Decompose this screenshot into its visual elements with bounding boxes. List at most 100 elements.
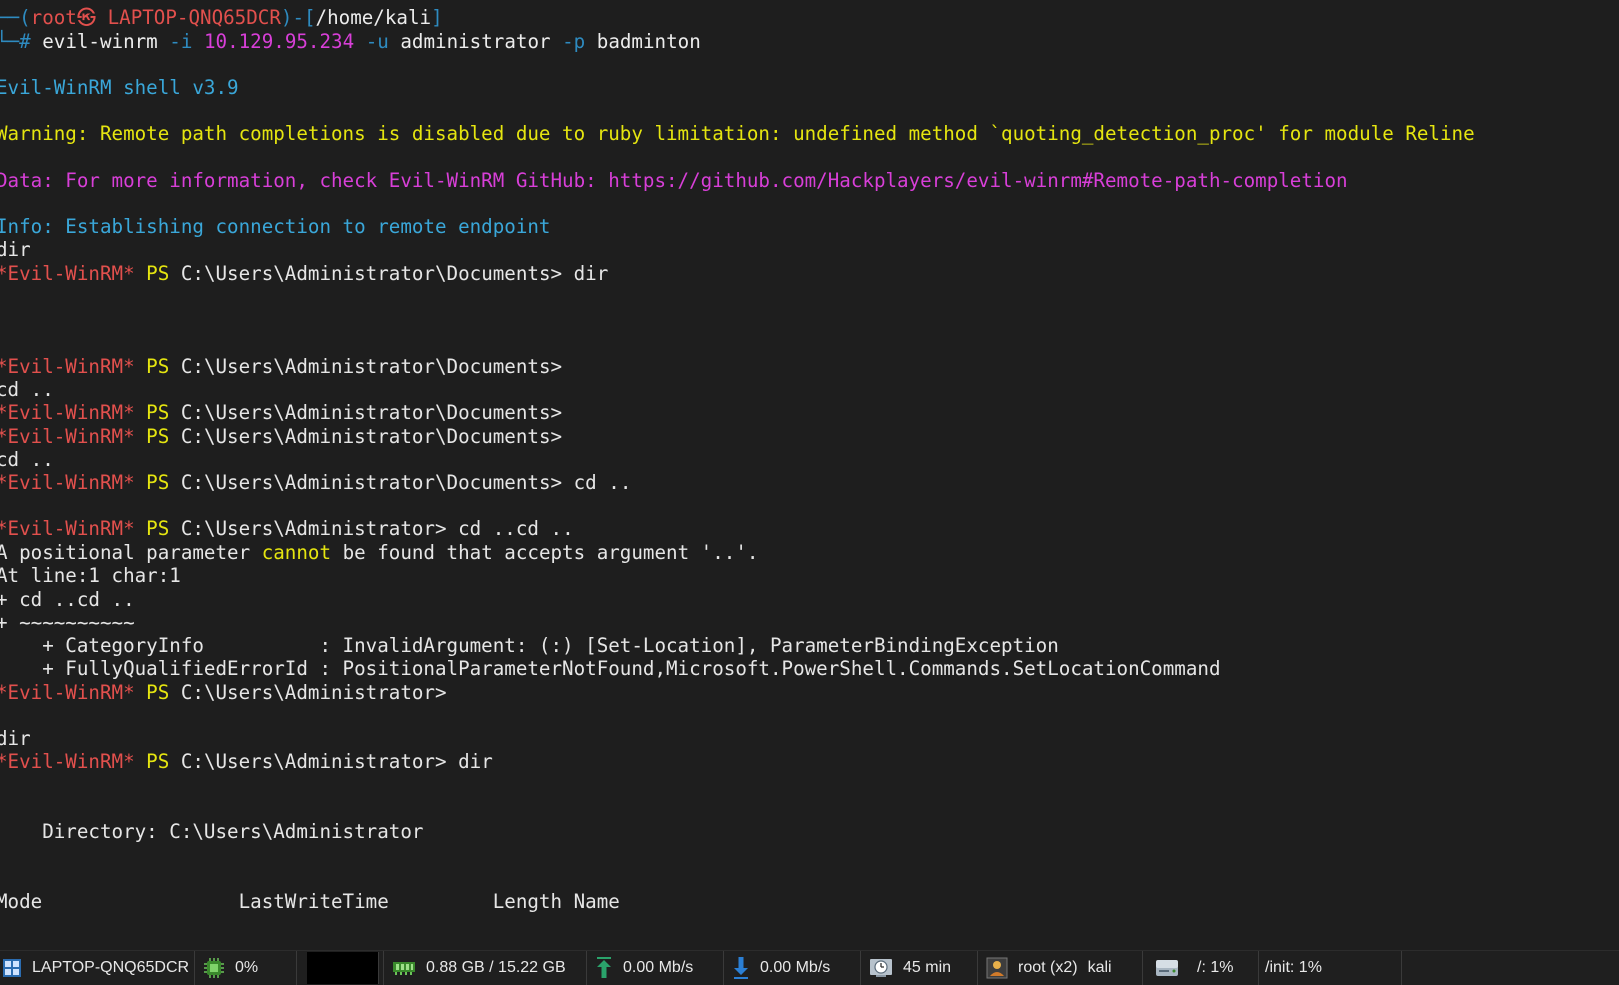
ps-prompt-line: *Evil-WinRM* PS C:\Users\Administrator\D…: [0, 262, 608, 286]
typed-input: cd ..: [0, 448, 54, 471]
status-session-user: root (x2): [1018, 959, 1078, 976]
prompt-command: cd ..: [562, 471, 632, 494]
prompt-path: C:\Users\Administrator>: [180, 681, 447, 704]
prompt-ps: PS: [134, 401, 181, 424]
prompt-path: C:\Users\Administrator\Documents>: [180, 355, 563, 378]
prompt-ps: PS: [134, 355, 181, 378]
command-flag: -i: [157, 30, 204, 53]
status-bar: LAPTOP-QNQ65DCR 0% 0.88 GB / 15.22 GB 0.…: [0, 950, 1619, 985]
kali-prompt-header: ──(root㉿ LAPTOP-QNQ65DCR)-[/home/kali]: [0, 6, 443, 30]
command-arg: administrator: [400, 30, 551, 53]
prompt-command: cd ..cd ..: [446, 517, 574, 540]
prompt-ps: PS: [134, 750, 181, 773]
ps-prompt-line: *Evil-WinRM* PS C:\Users\Administrator\D…: [0, 401, 562, 425]
prompt-path: C:\Users\Administrator\Documents>: [180, 262, 563, 285]
error-line: + CategoryInfo : InvalidArgument: (:) [S…: [0, 634, 1059, 657]
prompt-ps: PS: [134, 517, 181, 540]
status-memory-segment[interactable]: 0.88 GB / 15.22 GB: [383, 951, 587, 985]
data-line: Data: For more information, check Evil-W…: [0, 169, 1348, 192]
prompt-prefix: *Evil-WinRM*: [0, 471, 135, 494]
prompt-ps: PS: [134, 471, 181, 494]
cpu-chip-icon: [203, 957, 225, 979]
prompt-path: C:\Users\Administrator\Documents>: [180, 425, 563, 448]
ps-prompt-line: *Evil-WinRM* PS C:\Users\Administrator\D…: [0, 425, 562, 449]
prompt-command: dir: [446, 750, 493, 773]
status-disk-root-segment[interactable]: /: 1%: [1143, 951, 1259, 985]
prompt-path: C:\Users\Administrator\Documents>: [180, 471, 563, 494]
ps-prompt-line: *Evil-WinRM* PS C:\Users\Administrator> …: [0, 750, 493, 774]
prompt-prefix: *Evil-WinRM*: [0, 517, 135, 540]
command-flag: -p: [550, 30, 597, 53]
status-session-segment[interactable]: root (x2) kali: [978, 951, 1143, 985]
prompt-bracket: ]: [431, 6, 443, 29]
status-download-value: 0.00 Mb/s: [760, 959, 831, 976]
command-name: evil-winrm: [42, 30, 158, 53]
command-line: └─# evil-winrm -i 10.129.95.234 -u admin…: [0, 30, 701, 54]
windows-icon: [2, 958, 22, 978]
status-download-segment[interactable]: 0.00 Mb/s: [724, 951, 861, 985]
status-disk-init-value: /init: 1%: [1265, 959, 1322, 976]
status-upload-value: 0.00 Mb/s: [623, 959, 694, 976]
prompt-command: dir: [562, 262, 609, 285]
prompt-path: C:\Users\Administrator>: [180, 517, 447, 540]
status-session-name: kali: [1087, 959, 1112, 976]
error-text: be found that accepts argument '..'.: [331, 541, 759, 564]
command-flag: -u: [354, 30, 401, 53]
prompt-prefix: *Evil-WinRM*: [0, 401, 135, 424]
ps-prompt-line: *Evil-WinRM* PS C:\Users\Administrator\D…: [0, 471, 631, 495]
status-upload-segment[interactable]: 0.00 Mb/s: [587, 951, 724, 985]
prompt-prefix: *Evil-WinRM*: [0, 262, 135, 285]
error-text: A positional parameter: [0, 541, 262, 564]
banner-line: Evil-WinRM shell v3.9: [0, 76, 239, 99]
prompt-bracket: ──(: [0, 6, 31, 29]
typed-input: dir: [0, 727, 31, 750]
directory-heading: Directory: C:\Users\Administrator: [0, 820, 424, 843]
status-memory-value: 0.88 GB / 15.22 GB: [426, 959, 566, 976]
ps-prompt-line: *Evil-WinRM* PS C:\Users\Administrator\D…: [0, 355, 562, 379]
disk-icon: [1155, 958, 1179, 978]
cpu-graph: [307, 952, 379, 984]
error-line: + cd ..cd ..: [0, 588, 135, 611]
error-line: A positional parameter cannot be found t…: [0, 541, 758, 565]
error-keyword: cannot: [261, 541, 332, 564]
error-line: + FullyQualifiedErrorId : PositionalPara…: [0, 657, 1221, 680]
download-arrow-icon: [732, 956, 750, 980]
info-line: Info: Establishing connection to remote …: [0, 215, 551, 238]
error-line: At line:1 char:1: [0, 564, 181, 587]
prompt-path: /home/kali: [315, 6, 432, 29]
prompt-ps: PS: [134, 425, 181, 448]
clock-icon: [869, 957, 893, 979]
status-uptime-segment[interactable]: 45 min: [861, 951, 978, 985]
ps-prompt-line: *Evil-WinRM* PS C:\Users\Administrator> …: [0, 517, 574, 541]
command-arg: badminton: [596, 30, 701, 53]
terminal-output[interactable]: ──(root㉿ LAPTOP-QNQ65DCR)-[/home/kali] └…: [0, 0, 1619, 950]
prompt-prefix: *Evil-WinRM*: [0, 425, 135, 448]
upload-arrow-icon: [595, 956, 613, 980]
error-line: + ~~~~~~~~~~: [0, 611, 135, 634]
user-icon: [986, 957, 1008, 979]
status-hostname: LAPTOP-QNQ65DCR: [32, 959, 190, 976]
ps-prompt-line: *Evil-WinRM* PS C:\Users\Administrator>: [0, 681, 447, 705]
status-uptime-value: 45 min: [903, 959, 952, 976]
warning-line: Warning: Remote path completions is disa…: [0, 122, 1475, 145]
typed-input: cd ..: [0, 378, 54, 401]
prompt-path: C:\Users\Administrator\Documents>: [180, 401, 563, 424]
typed-input: dir: [0, 238, 31, 261]
prompt-path: C:\Users\Administrator>: [180, 750, 447, 773]
prompt-bracket: )-[: [280, 6, 316, 29]
listing-headers: Mode LastWriteTime Length Name: [0, 890, 620, 913]
prompt-user-host: root㉿ LAPTOP-QNQ65DCR: [30, 6, 281, 29]
prompt-hash: └─#: [0, 30, 43, 53]
ram-icon: [392, 960, 416, 976]
prompt-prefix: *Evil-WinRM*: [0, 681, 135, 704]
status-cpu-segment[interactable]: 0%: [195, 951, 297, 985]
prompt-ps: PS: [134, 262, 181, 285]
status-disk-init-segment[interactable]: /init: 1%: [1259, 951, 1402, 985]
status-disk-root-value: /: 1%: [1197, 959, 1234, 976]
command-ip: 10.129.95.234: [203, 30, 355, 53]
status-cpu-value: 0%: [235, 959, 259, 976]
status-host-segment[interactable]: LAPTOP-QNQ65DCR: [0, 951, 195, 985]
prompt-prefix: *Evil-WinRM*: [0, 750, 135, 773]
prompt-ps: PS: [134, 681, 181, 704]
prompt-prefix: *Evil-WinRM*: [0, 355, 135, 378]
